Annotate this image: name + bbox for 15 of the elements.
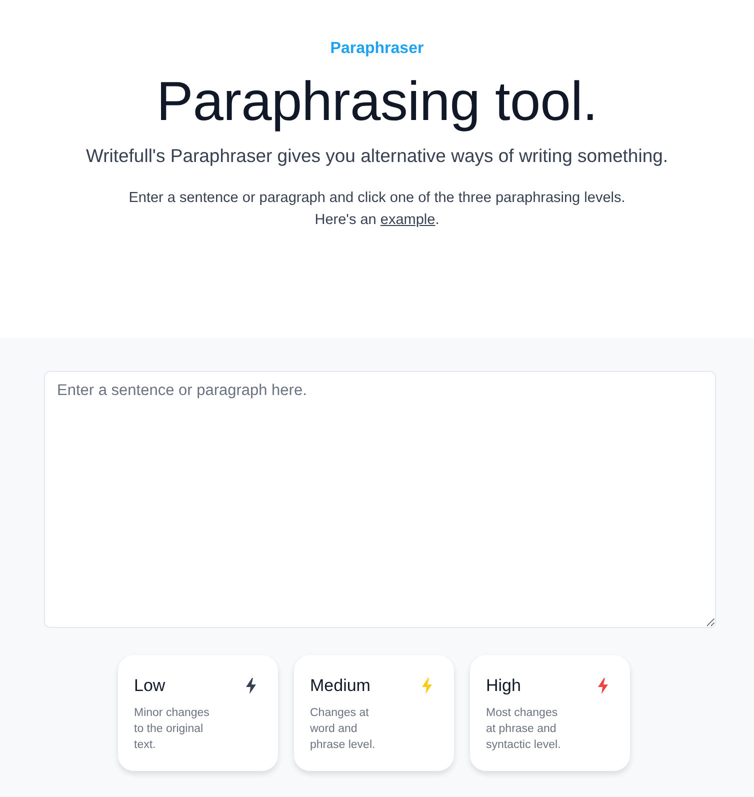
- level-title: Medium: [310, 675, 370, 697]
- input-field[interactable]: Enter a sentence or paragraph here.: [44, 371, 716, 628]
- level-title: Low: [134, 675, 166, 697]
- level-card[interactable]: Low Minor changes to the original text.: [118, 655, 278, 771]
- level-card[interactable]: Medium Changes at word and phrase level.: [294, 655, 454, 771]
- level-title: High: [486, 675, 521, 697]
- subtitle: Writefull's Paraphraser gives you alternative ways of writing something.: [86, 144, 668, 168]
- level-description: Minor changes to the original text.: [134, 706, 210, 753]
- level-description: Most changes at phrase and syntactic level.: [486, 706, 562, 753]
- level-description: Changes at word and phrase level.: [310, 706, 376, 753]
- example-link[interactable]: example: [380, 212, 436, 228]
- page-title: Paraphrasing tool.: [156, 69, 598, 133]
- eyebrow-label: Paraphraser: [330, 39, 424, 59]
- level-card[interactable]: High Most changes at phrase and syntactic level.: [470, 655, 630, 771]
- instructions-text: Enter a sentence or paragraph and click one of the three paraphrasing levels. Here's an example.: [128, 189, 626, 230]
